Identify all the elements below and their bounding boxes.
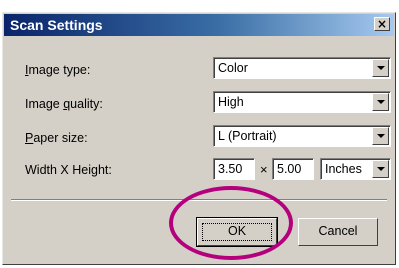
unit-value: Inches (325, 162, 362, 176)
image-quality-select[interactable]: High (213, 91, 391, 113)
scan-settings-dialog: Scan Settings × Image type: Color Image … (2, 12, 396, 265)
image-type-label: Image type: (25, 63, 91, 77)
unit-select[interactable]: Inches (320, 158, 391, 180)
chevron-down-icon[interactable] (372, 127, 389, 145)
image-type-select[interactable]: Color (213, 57, 391, 79)
focus-rect (202, 223, 272, 241)
paper-size-value: L (Portrait) (218, 129, 277, 143)
image-quality-value: High (218, 95, 244, 109)
dialog-title: Scan Settings (10, 17, 103, 33)
width-input[interactable]: 3.50 (213, 158, 255, 180)
title-bar: Scan Settings × (4, 14, 394, 36)
image-quality-label: Image quality: (25, 97, 103, 111)
chevron-down-icon[interactable] (372, 93, 389, 111)
chevron-down-icon[interactable] (372, 59, 389, 77)
width-height-label: Width X Height: (25, 163, 112, 177)
times-symbol: × (260, 162, 268, 177)
paper-size-select[interactable]: L (Portrait) (213, 125, 391, 147)
divider (11, 199, 387, 201)
cancel-button[interactable]: Cancel (298, 218, 378, 246)
close-icon[interactable]: × (374, 17, 390, 31)
cancel-button-label: Cancel (318, 224, 358, 238)
chevron-down-icon[interactable] (372, 160, 389, 178)
paper-size-label: Paper size: (25, 131, 88, 145)
ok-button[interactable]: OK (196, 217, 278, 247)
image-type-value: Color (218, 61, 248, 75)
height-input[interactable]: 5.00 (272, 158, 314, 180)
